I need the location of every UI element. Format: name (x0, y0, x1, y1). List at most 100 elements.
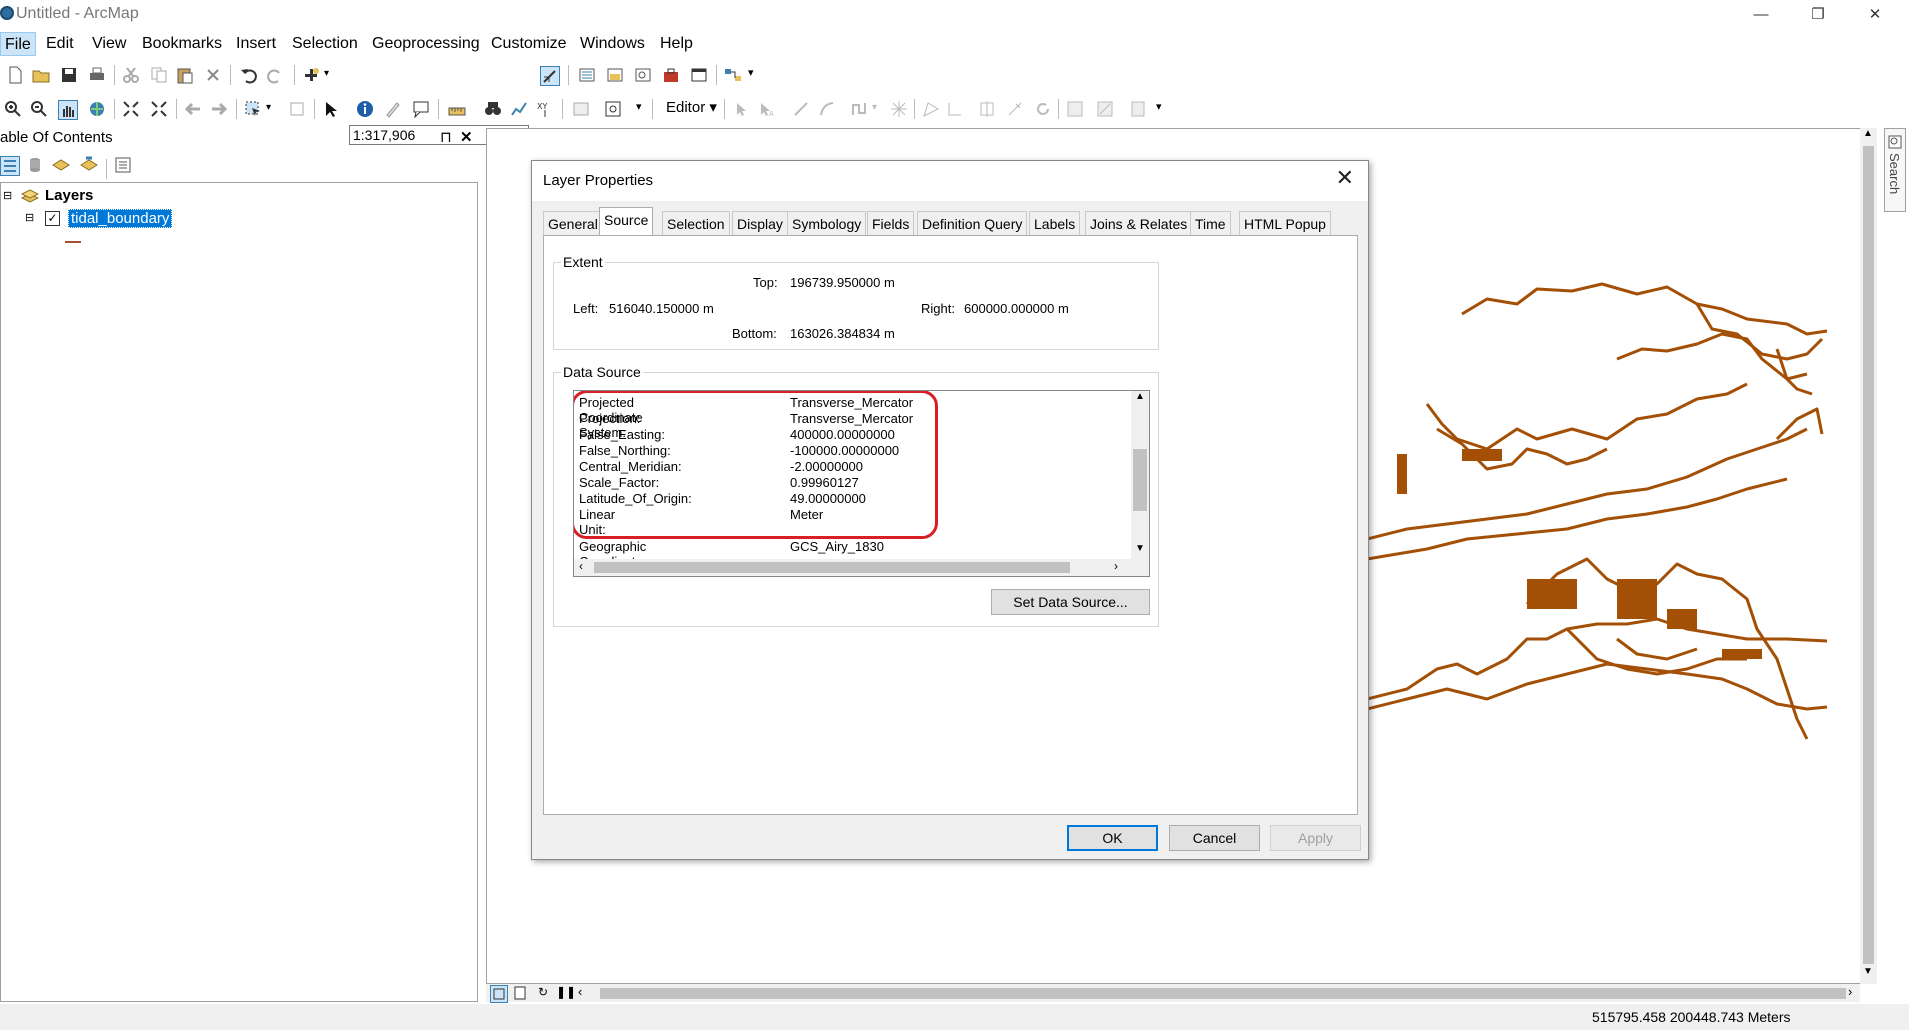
tab-selection[interactable]: Selection (662, 211, 730, 235)
collapse-icon[interactable]: ⊟ (25, 211, 34, 224)
toolbar-options-icon[interactable]: ▾ (636, 100, 642, 113)
open-folder-icon[interactable] (32, 66, 50, 84)
paste-icon[interactable] (176, 66, 194, 84)
point-icon[interactable] (890, 100, 908, 118)
table-of-contents-icon[interactable] (578, 66, 596, 84)
ds-horizontal-scroll-thumb[interactable] (594, 562, 1070, 573)
print-icon[interactable] (88, 66, 106, 84)
pin-icon[interactable]: ⊓ (440, 128, 452, 148)
new-document-icon[interactable] (6, 66, 24, 84)
trace-dropdown-icon[interactable]: ▾ (872, 102, 877, 113)
tab-joins-relates[interactable]: Joins & Relates (1085, 211, 1193, 235)
tab-general[interactable]: General (543, 211, 603, 235)
full-extent-icon[interactable] (88, 100, 106, 118)
list-by-selection-icon[interactable] (80, 156, 98, 174)
layer-row-tidal-boundary[interactable]: ⊟ ✓ tidal_boundary (1, 209, 201, 231)
create-viewer-window-icon[interactable] (604, 100, 622, 118)
redo-icon[interactable] (266, 66, 284, 84)
menu-bookmarks[interactable]: Bookmarks (138, 32, 226, 56)
search-window-icon[interactable] (634, 66, 652, 84)
split-icon[interactable] (1006, 100, 1024, 118)
scroll-down-icon[interactable]: ▼ (1135, 543, 1145, 554)
scroll-right-icon[interactable]: › (1114, 559, 1118, 573)
zoom-in-icon[interactable] (4, 100, 22, 118)
reshape-icon[interactable] (946, 100, 964, 118)
select-dropdown-icon[interactable]: ▾ (266, 102, 271, 113)
menu-edit[interactable]: Edit (42, 32, 78, 56)
edit-tool-icon[interactable] (732, 100, 750, 118)
cancel-button[interactable]: Cancel (1169, 825, 1260, 851)
editor-menu-button[interactable]: Editor ▾ (666, 98, 717, 116)
layer-visibility-checkbox[interactable]: ✓ (45, 211, 60, 226)
tab-time[interactable]: Time (1190, 211, 1231, 235)
fixed-zoom-in-icon[interactable] (122, 100, 140, 118)
refresh-icon[interactable]: ↻ (538, 985, 548, 999)
layer-name[interactable]: tidal_boundary (68, 209, 173, 228)
minimize-button[interactable]: — (1738, 2, 1784, 28)
pause-drawing-icon[interactable]: ❚❚ (556, 985, 576, 999)
close-window-button[interactable]: ✕ (1852, 2, 1898, 28)
ok-button[interactable]: OK (1067, 825, 1158, 851)
edit-annotation-icon[interactable]: A (758, 100, 776, 118)
tab-labels[interactable]: Labels (1029, 211, 1081, 235)
sketch-properties-icon[interactable] (1096, 100, 1114, 118)
scroll-left-icon[interactable]: ‹ (578, 984, 582, 999)
cut-icon[interactable] (122, 66, 140, 84)
toolbar-options-icon[interactable]: ▾ (1156, 100, 1162, 113)
map-vertical-scrollbar[interactable]: ▲ ▼ (1860, 128, 1877, 984)
trace-icon[interactable] (850, 100, 868, 118)
rotate-icon[interactable] (1034, 100, 1052, 118)
delete-icon[interactable] (204, 66, 222, 84)
add-data-icon[interactable] (302, 66, 320, 84)
forward-extent-icon[interactable] (210, 100, 228, 118)
restore-button[interactable]: ❐ (1795, 2, 1841, 28)
edit-vertices-icon[interactable] (922, 100, 940, 118)
find-icon[interactable] (484, 100, 502, 118)
back-extent-icon[interactable] (184, 100, 202, 118)
data-view-icon[interactable] (490, 985, 508, 1003)
layout-view-icon[interactable] (512, 985, 528, 1001)
model-builder-icon[interactable] (724, 66, 742, 84)
pan-icon[interactable] (58, 100, 78, 120)
html-popup-icon[interactable] (412, 100, 430, 118)
zoom-out-icon[interactable] (30, 100, 48, 118)
tab-source[interactable]: Source (599, 207, 654, 236)
menu-geoprocessing[interactable]: Geoprocessing (368, 32, 484, 56)
menu-file[interactable]: File (0, 32, 36, 56)
menu-view[interactable]: View (88, 32, 130, 56)
ds-vertical-scrollbar[interactable]: ▲ ▼ (1131, 391, 1149, 559)
toolbar-options-icon[interactable]: ▾ (748, 66, 754, 79)
list-by-source-icon[interactable] (26, 156, 44, 174)
tab-html-popup[interactable]: HTML Popup (1239, 211, 1331, 235)
tab-display[interactable]: Display (732, 211, 788, 235)
layer-symbol-swatch[interactable] (65, 241, 81, 243)
cut-polygons-icon[interactable] (978, 100, 996, 118)
select-features-icon[interactable] (244, 100, 262, 118)
time-slider-icon[interactable] (572, 100, 590, 118)
dialog-close-button[interactable]: ✕ (1336, 165, 1354, 191)
catalog-icon[interactable] (606, 66, 624, 84)
create-features-icon[interactable] (1130, 100, 1148, 118)
toc-options-icon[interactable] (114, 156, 132, 174)
menu-selection[interactable]: Selection (288, 32, 362, 56)
set-data-source-button[interactable]: Set Data Source... (991, 589, 1150, 615)
collapse-icon[interactable]: ⊟ (3, 189, 12, 202)
scroll-up-icon[interactable]: ▲ (1135, 391, 1145, 402)
go-to-xy-icon[interactable]: XY (536, 100, 554, 118)
hyperlink-icon[interactable] (384, 100, 402, 118)
menu-windows[interactable]: Windows (576, 32, 649, 56)
straight-segment-icon[interactable] (792, 100, 810, 118)
vertical-scroll-thumb[interactable] (1863, 146, 1874, 964)
tab-definition-query[interactable]: Definition Query (917, 211, 1028, 235)
search-side-tab[interactable]: Search (1884, 128, 1906, 212)
data-source-textbox[interactable]: Projected Coordinate System: Transverse_M… (573, 390, 1150, 577)
menu-customize[interactable]: Customize (487, 32, 571, 56)
toc-close-button[interactable]: ✕ (460, 128, 473, 148)
endpoint-arc-icon[interactable] (818, 100, 836, 118)
identify-icon[interactable] (356, 100, 374, 118)
add-data-dropdown-icon[interactable]: ▾ (324, 68, 329, 79)
menu-help[interactable]: Help (656, 32, 697, 56)
list-by-drawing-order-icon[interactable] (0, 156, 20, 176)
measure-icon[interactable] (448, 100, 466, 118)
scroll-up-icon[interactable]: ▲ (1863, 128, 1873, 139)
